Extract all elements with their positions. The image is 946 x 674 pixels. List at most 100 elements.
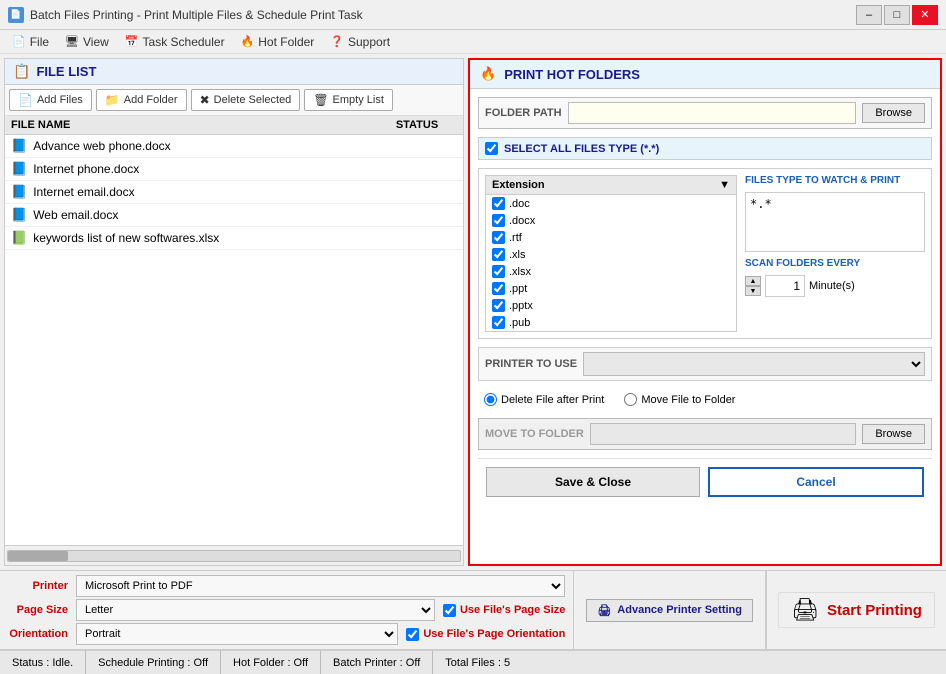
printer-label: Printer	[8, 580, 68, 592]
move-to-folder-label: MOVE TO FOLDER	[485, 427, 584, 441]
file-list-toolbar: 📄 Add Files 📁 Add Folder ✖ Delete Select…	[5, 85, 463, 116]
page-size-select[interactable]: Letter	[76, 599, 435, 621]
ext-item-xls[interactable]: .xls	[486, 246, 736, 263]
folder-path-row: FOLDER PATH Browse	[478, 97, 932, 129]
orientation-row: Orientation Portrait Use File's Page Ori…	[8, 623, 565, 645]
add-folder-icon: 📁	[105, 93, 120, 107]
start-printing-button[interactable]: 🖨 Start Printing	[778, 592, 935, 628]
page-size-label: Page Size	[8, 604, 68, 616]
list-item[interactable]: 📘 Internet email.docx	[5, 181, 463, 204]
menu-support[interactable]: ❓ Support	[322, 33, 398, 51]
hot-folders-header: 🔥 PRINT HOT FOLDERS	[470, 60, 940, 89]
extension-list-container: Extension ▼ .doc .docx	[485, 175, 737, 332]
spin-down-button[interactable]: ▼	[745, 286, 761, 296]
ext-checkbox-rtf[interactable]	[492, 231, 505, 244]
support-icon: ❓	[330, 35, 344, 48]
minimize-button[interactable]: –	[856, 5, 882, 25]
file-icon-docx: 📘	[11, 184, 27, 200]
title-bar-text: Batch Files Printing - Print Multiple Fi…	[30, 8, 856, 22]
ext-checkbox-pub[interactable]	[492, 316, 505, 329]
menu-hot-folder[interactable]: 🔥 Hot Folder	[233, 33, 323, 51]
delete-selected-button[interactable]: ✖ Delete Selected	[191, 89, 301, 111]
view-menu-icon: 🖥	[65, 35, 79, 48]
list-item[interactable]: 📗 keywords list of new softwares.xlsx	[5, 227, 463, 250]
ext-item-docx[interactable]: .docx	[486, 212, 736, 229]
ext-checkbox-ppt[interactable]	[492, 282, 505, 295]
hot-folder-content: FOLDER PATH Browse SELECT ALL FILES TYPE…	[470, 89, 940, 564]
cancel-button[interactable]: Cancel	[708, 467, 924, 497]
files-type-input[interactable]: *.*	[745, 192, 925, 252]
ext-checkbox-doc[interactable]	[492, 197, 505, 210]
ext-item-ppt[interactable]: .ppt	[486, 280, 736, 297]
use-files-orientation-label: Use File's Page Orientation	[423, 628, 565, 640]
add-files-button[interactable]: 📄 Add Files	[9, 89, 92, 111]
start-printing-icon: 🖨	[791, 597, 819, 623]
menu-task-scheduler[interactable]: 📅 Task Scheduler	[117, 33, 233, 51]
close-button[interactable]: ✕	[912, 5, 938, 25]
select-all-files-row: SELECT ALL FILES TYPE (*.*)	[478, 137, 932, 160]
move-file-radio-label[interactable]: Move File to Folder	[624, 393, 735, 406]
files-type-label: FILES TYPE TO WATCH & PRINT	[745, 175, 925, 186]
delete-file-radio-label[interactable]: Delete File after Print	[484, 393, 604, 406]
scan-interval-input[interactable]	[765, 275, 805, 297]
ext-checkbox-xls[interactable]	[492, 248, 505, 261]
move-file-radio[interactable]	[624, 393, 637, 406]
ext-checkbox-pptx[interactable]	[492, 299, 505, 312]
folder-path-browse-button[interactable]: Browse	[862, 103, 925, 123]
ext-scroll-indicator: ▼	[719, 179, 730, 191]
list-item[interactable]: 📘 Internet phone.docx	[5, 158, 463, 181]
menu-bar: 📄 File 🖥 View 📅 Task Scheduler 🔥 Hot Fol…	[0, 30, 946, 54]
printer-select[interactable]: Microsoft Print to PDF	[76, 575, 565, 597]
hot-folder-menu-icon: 🔥	[241, 35, 255, 48]
save-close-button[interactable]: Save & Close	[486, 467, 700, 497]
title-bar-controls: – □ ✕	[856, 5, 938, 25]
folder-path-input[interactable]	[568, 102, 857, 124]
hot-folders-panel: 🔥 PRINT HOT FOLDERS FOLDER PATH Browse S…	[468, 58, 942, 566]
printer-setting-row: Printer Microsoft Print to PDF	[8, 575, 565, 597]
file-menu-icon: 📄	[12, 35, 26, 48]
empty-list-button[interactable]: 🗑 Empty List	[304, 89, 393, 111]
add-files-icon: 📄	[18, 93, 33, 107]
ext-checkbox-xlsx[interactable]	[492, 265, 505, 278]
hot-folders-title: PRINT HOT FOLDERS	[504, 67, 640, 82]
move-folder-browse-button[interactable]: Browse	[862, 424, 925, 444]
ext-item-rtf[interactable]: .rtf	[486, 229, 736, 246]
extension-list[interactable]: .doc .docx .rtf .xls	[485, 195, 737, 332]
menu-view[interactable]: 🖥 View	[57, 33, 117, 51]
select-all-label: SELECT ALL FILES TYPE (*.*)	[504, 143, 659, 155]
scan-spinner[interactable]: ▲ ▼	[745, 276, 761, 296]
select-all-checkbox[interactable]	[485, 142, 498, 155]
ext-item-pptx[interactable]: .pptx	[486, 297, 736, 314]
ext-item-doc[interactable]: .doc	[486, 195, 736, 212]
file-table-header: FILE NAME STATUS	[5, 116, 463, 135]
list-item[interactable]: 📘 Advance web phone.docx	[5, 135, 463, 158]
delete-file-radio[interactable]	[484, 393, 497, 406]
add-folder-button[interactable]: 📁 Add Folder	[96, 89, 187, 111]
status-idle: Status : Idle.	[0, 651, 86, 674]
orientation-select[interactable]: Portrait	[76, 623, 398, 645]
status-batch-printer: Batch Printer : Off	[321, 651, 433, 674]
printer-to-use-row: PRINTER TO USE	[478, 347, 932, 381]
orientation-label: Orientation	[8, 628, 68, 640]
ext-checkbox-docx[interactable]	[492, 214, 505, 227]
page-size-row: Page Size Letter Use File's Page Size	[8, 599, 565, 621]
use-files-page-size-label: Use File's Page Size	[460, 604, 565, 616]
advance-printer-icon: 🖨	[597, 604, 611, 617]
advance-printer-button[interactable]: 🖨 Advance Printer Setting	[586, 599, 753, 622]
printer-to-use-select[interactable]	[583, 352, 925, 376]
use-files-page-size-checkbox[interactable]	[443, 604, 456, 617]
task-scheduler-icon: 📅	[125, 35, 139, 48]
scan-row: ▲ ▼ Minute(s)	[745, 275, 925, 297]
ext-item-pub[interactable]: .pub	[486, 314, 736, 331]
ext-item-xlsx[interactable]: .xlsx	[486, 263, 736, 280]
maximize-button[interactable]: □	[884, 5, 910, 25]
move-folder-input[interactable]	[590, 423, 857, 445]
extension-and-type-section: Extension ▼ .doc .docx	[478, 168, 932, 339]
horizontal-scrollbar[interactable]	[5, 545, 463, 565]
spin-up-button[interactable]: ▲	[745, 276, 761, 286]
menu-file[interactable]: 📄 File	[4, 33, 57, 51]
status-schedule: Schedule Printing : Off	[86, 651, 221, 674]
list-item[interactable]: 📘 Web email.docx	[5, 204, 463, 227]
use-files-orientation-checkbox[interactable]	[406, 628, 419, 641]
file-icon-docx: 📘	[11, 207, 27, 223]
